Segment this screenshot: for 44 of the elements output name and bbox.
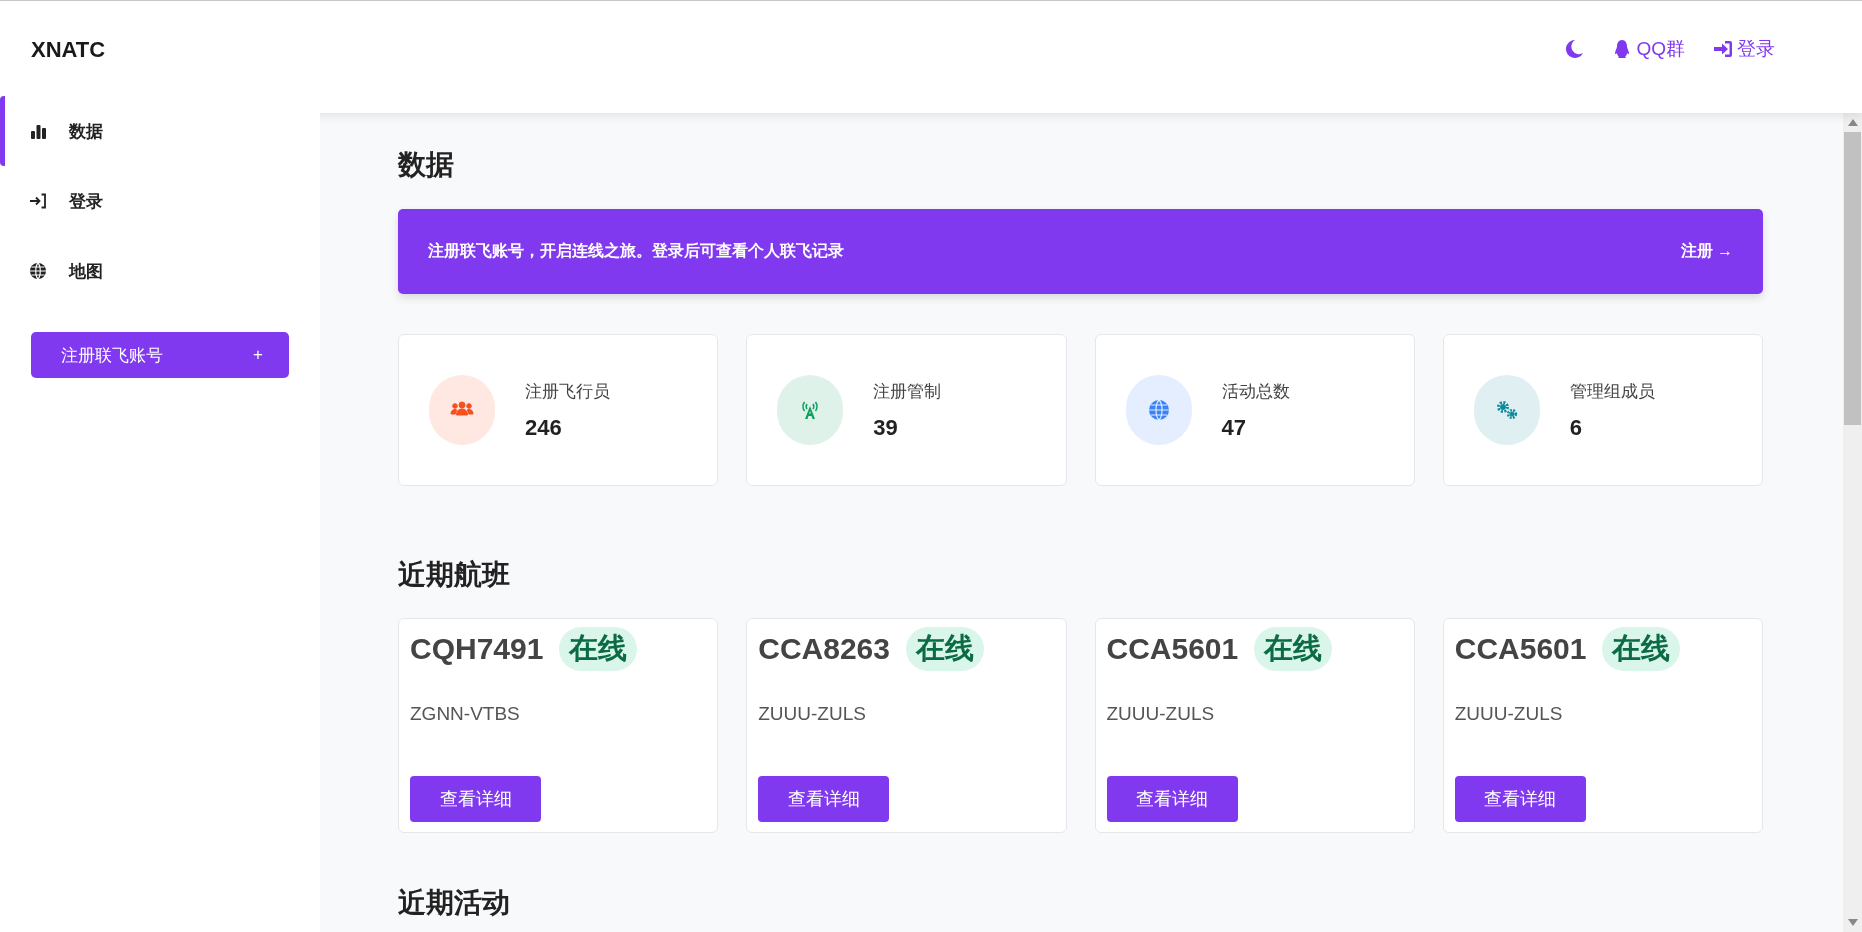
section-title: 近期航班 [398, 558, 511, 592]
bar-chart-icon [29, 122, 47, 140]
register-link[interactable]: 注册 → [1680, 241, 1733, 262]
stat-label: 活动总数 [1221, 380, 1290, 403]
status-badge: 在线 [906, 627, 984, 671]
dark-mode-toggle[interactable] [1564, 39, 1585, 59]
stat-value: 246 [525, 414, 563, 441]
sign-in-icon [29, 192, 47, 210]
globe-icon [29, 262, 47, 280]
scroll-up-icon[interactable] [1847, 119, 1858, 126]
scroll-down-icon[interactable] [1847, 919, 1858, 926]
banner-text: 注册联飞账号，开启连线之旅。登录后可查看个人联飞记录 [428, 241, 844, 261]
section-title: 近期活动 [398, 887, 511, 920]
login-link[interactable]: 登录 [1713, 36, 1775, 62]
stat-value: 39 [873, 414, 899, 441]
page-title: 数据 [398, 148, 455, 182]
flight-callsign: CCA5601 [1454, 632, 1587, 666]
register-button[interactable]: 注册联飞账号 + [31, 332, 289, 378]
status-badge: 在线 [1254, 627, 1333, 671]
flight-route: ZGNN-VTBS [410, 703, 521, 725]
stat-value: 6 [1569, 414, 1583, 441]
moon-icon [1564, 39, 1585, 59]
flight-callsign: CCA5601 [1106, 632, 1239, 666]
stat-label: 注册飞行员 [525, 380, 610, 403]
site-logo[interactable]: XNATC [31, 37, 106, 63]
flight-route: ZUUU-ZULS [1454, 703, 1564, 725]
details-button[interactable]: 查看详细 [758, 776, 890, 822]
sign-in-icon [1713, 39, 1733, 59]
status-badge: 在线 [559, 627, 638, 671]
scrollbar[interactable] [1843, 113, 1862, 932]
sidebar-item[interactable]: 登录 [0, 166, 320, 236]
qq-group-link[interactable]: QQ群 [1612, 36, 1685, 62]
details-button[interactable]: 查看详细 [1106, 776, 1238, 822]
stat-label: 管理组成员 [1569, 380, 1655, 403]
flight-route: ZUUU-ZULS [1106, 703, 1216, 725]
details-button[interactable]: 查看详细 [410, 776, 541, 822]
stat-label: 注册管制 [873, 380, 942, 403]
details-button[interactable]: 查看详细 [1454, 776, 1586, 822]
flight-callsign: CQH7491 [410, 632, 544, 666]
stat-value: 47 [1221, 414, 1247, 441]
flight-callsign: CCA8263 [758, 632, 890, 666]
status-badge: 在线 [1602, 627, 1681, 671]
sidebar-item[interactable]: 地图 [0, 236, 320, 306]
flight-route: ZUUU-ZULS [758, 703, 867, 725]
